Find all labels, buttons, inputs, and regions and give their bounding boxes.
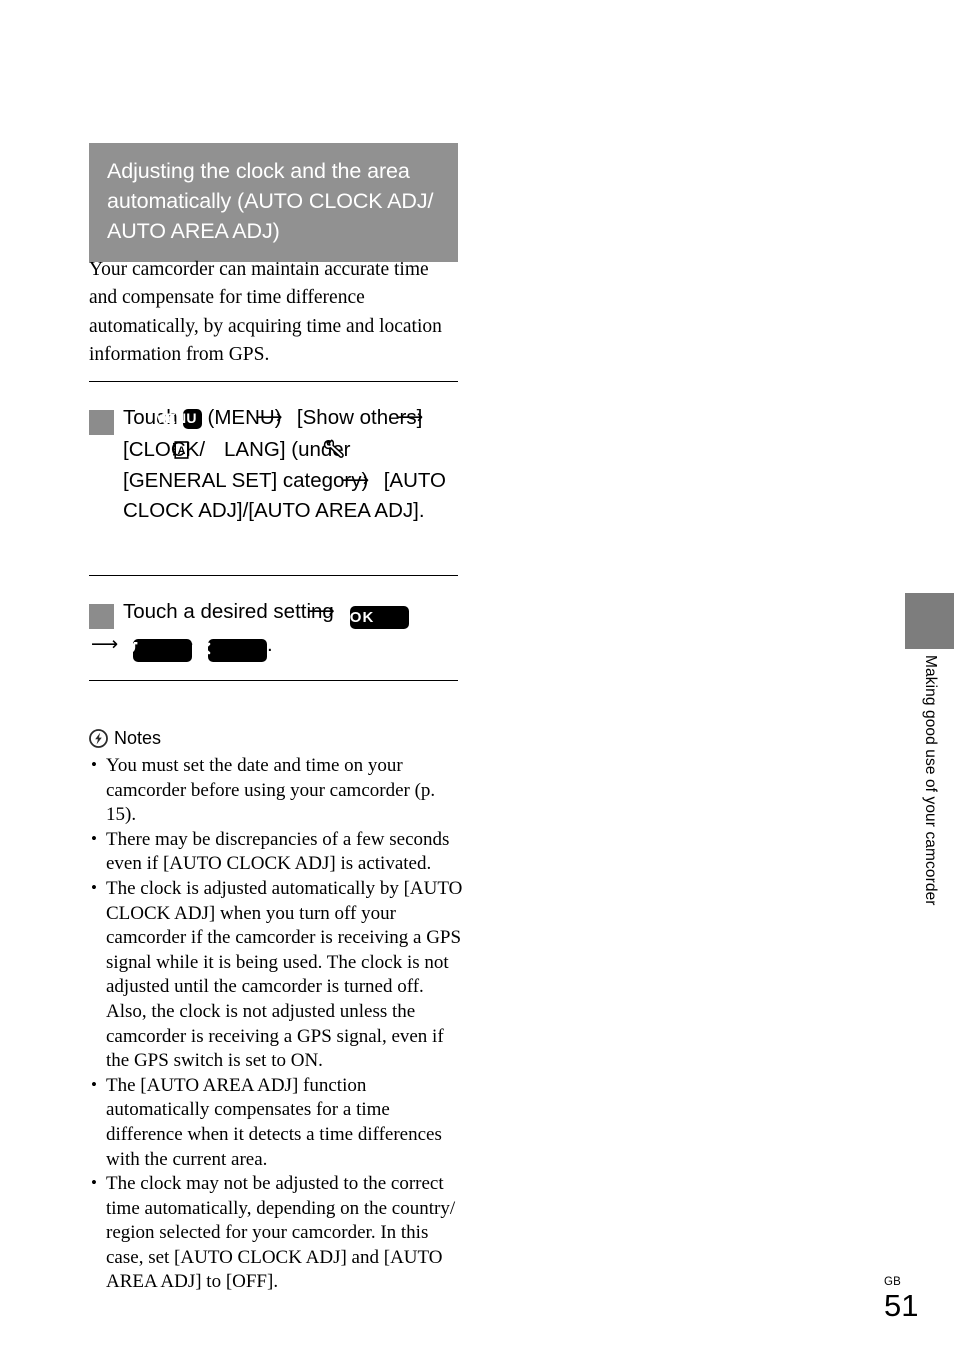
step-2-number: 2 [79, 604, 114, 629]
notes-heading-label: Notes [114, 728, 162, 748]
note-item: The clock may not be adjusted to the cor… [89, 1171, 464, 1295]
step-1-text-part-6: [GENERAL SET] category) [123, 469, 375, 492]
step-1-number: 1 [79, 410, 114, 435]
close-button-icon[interactable] [197, 639, 267, 662]
note-item: There may be discrepancies of a few seco… [89, 827, 464, 877]
chapter-tab-marker [905, 593, 954, 649]
notes-bolt-icon [89, 728, 108, 748]
divider-rule-middle [89, 575, 458, 577]
language-book-icon: A [173, 438, 223, 459]
step-2-trailing-period: . [267, 633, 273, 656]
arrow-icon: ⟶ [307, 600, 335, 622]
page-number: 51 [884, 1288, 919, 1323]
step-1: 1 Touch MENU (MENU) ⟶ [Show others] ⟶ [CL… [79, 402, 464, 526]
note-item: The clock is adjusted automatically by [… [89, 876, 464, 1074]
step-1-text-part-4: [CLOCK/ [123, 438, 206, 461]
arrow-icon: ⟶ [395, 406, 424, 428]
step-2-text: Touch a desired setting ⟶OK⟶ ⟶ . [91, 600, 409, 662]
wrench-icon [324, 438, 379, 458]
step-2: 2Touch a desired setting ⟶OK⟶ ⟶ . [79, 596, 464, 662]
note-item: You must set the date and time on your c… [89, 753, 464, 828]
intro-paragraph: Your camcorder can maintain accurate tim… [89, 259, 442, 365]
notes-heading: Notes [89, 727, 464, 749]
section-heading: Adjusting the clock and the area automat… [89, 143, 458, 262]
menu-button-icon[interactable]: MENU [154, 409, 202, 429]
note-item: The [AUTO AREA ADJ] function automatical… [89, 1073, 464, 1172]
step-1-text: Touch MENU (MENU) ⟶ [Show others] ⟶ [CLO… [123, 406, 446, 522]
divider-rule-top [89, 381, 458, 383]
ok-button-icon[interactable]: OK [349, 606, 409, 629]
chapter-running-head: Making good use of your camcorder [922, 655, 939, 906]
notes-section: Notes You must set the date and time on … [89, 727, 464, 1295]
svg-text:A: A [178, 445, 186, 457]
notes-list: You must set the date and time on your c… [89, 753, 464, 1295]
page-folio: GB 51 [884, 1276, 918, 1323]
divider-rule-bottom [89, 680, 458, 682]
